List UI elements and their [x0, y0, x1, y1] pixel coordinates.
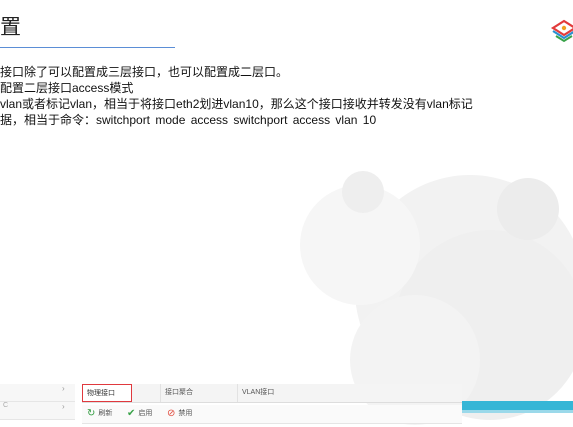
slide-title: 置 — [0, 16, 21, 39]
disable-button[interactable]: ⊘ 禁用 — [167, 405, 192, 423]
body-line-1: 接口除了可以配置成三层接口，也可以配置成二层口。 — [0, 65, 289, 79]
refresh-icon: ↻ — [87, 408, 96, 419]
tab-vlan-interface[interactable]: VLAN接口 — [237, 384, 297, 402]
company-logo-icon — [550, 19, 573, 43]
enable-button[interactable]: ✔ 启用 — [127, 405, 152, 423]
enable-label: 启用 — [138, 410, 153, 417]
decorative-teal-strip — [462, 410, 573, 413]
tab-interface-aggregation[interactable]: 接口聚合 — [160, 384, 220, 402]
title-underline — [0, 47, 175, 48]
decorative-teal-bar — [462, 401, 573, 410]
body-line-2: 配置二层接口access模式 — [0, 81, 134, 95]
disable-label: 禁用 — [178, 410, 193, 417]
refresh-button[interactable]: ↻ 刷新 — [87, 405, 112, 423]
left-menu-item[interactable]: › — [0, 384, 75, 402]
body-line-3: vlan或者标记vlan，相当于将接口eth2划进vlan10，那么这个接口接收… — [0, 97, 473, 111]
interface-toolbar: ↻ 刷新 ✔ 启用 ⊘ 禁用 — [82, 405, 462, 424]
refresh-label: 刷新 — [98, 410, 113, 417]
chevron-right-icon: › — [62, 402, 65, 411]
checkmark-icon: ✔ — [127, 408, 136, 419]
tab-physical-interface[interactable]: 物理接口 — [82, 384, 132, 402]
slide-body: 接口除了可以配置成三层接口，也可以配置成二层口。 配置二层接口access模式 … — [0, 64, 473, 128]
interface-tabs: 物理接口 接口聚合 VLAN接口 — [82, 384, 462, 403]
background-circle — [497, 178, 559, 240]
slide: 置 接口除了可以配置成三层接口，也可以配置成二层口。 配置二层接口access模… — [0, 0, 573, 427]
prohibited-icon: ⊘ — [167, 408, 176, 419]
menu-item-label: C — [3, 402, 9, 409]
background-circle — [342, 171, 384, 213]
left-menu-item[interactable]: C › — [0, 402, 75, 420]
chevron-right-icon: › — [62, 384, 65, 393]
body-line-4: 据，相当于命令：switchport mode access switchpor… — [0, 113, 377, 127]
